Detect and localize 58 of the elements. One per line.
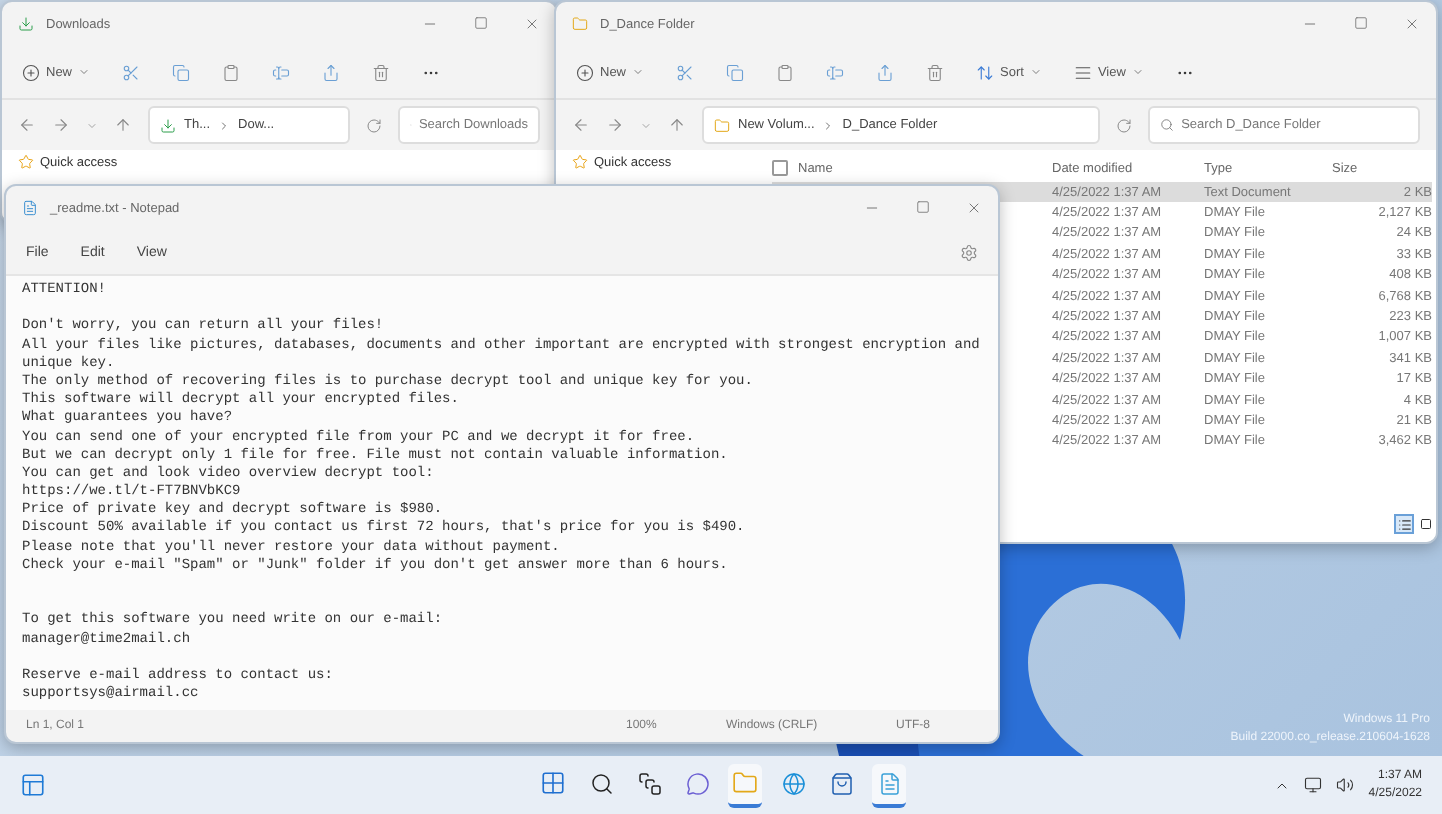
settings-icon[interactable] xyxy=(960,243,978,261)
download-icon xyxy=(160,117,176,133)
star-icon xyxy=(18,154,34,170)
chevron-right-icon xyxy=(822,119,835,131)
folder-icon xyxy=(732,770,758,796)
folder-icon xyxy=(572,16,588,32)
refresh-icon[interactable] xyxy=(1115,117,1132,133)
refresh-icon[interactable] xyxy=(365,117,382,133)
caret-icon xyxy=(632,66,645,78)
download-icon xyxy=(18,16,34,32)
copy-icon[interactable] xyxy=(726,63,745,81)
notepad-icon xyxy=(877,771,901,795)
star-icon xyxy=(572,154,588,170)
notepad-icon xyxy=(22,200,38,216)
close-icon[interactable] xyxy=(524,16,540,32)
close-icon[interactable] xyxy=(966,200,982,216)
cut-icon[interactable] xyxy=(676,63,695,81)
stacked-squares-icon xyxy=(637,771,661,795)
up-icon[interactable] xyxy=(668,116,686,134)
caret-icon xyxy=(78,66,91,78)
chevron-right-icon xyxy=(218,119,231,131)
rename-icon[interactable] xyxy=(826,63,845,81)
chat-icon xyxy=(685,771,709,795)
volume-icon[interactable] xyxy=(1336,776,1355,794)
delete-icon[interactable] xyxy=(926,63,945,81)
cut-icon[interactable] xyxy=(122,63,141,81)
maximize-icon[interactable] xyxy=(916,200,930,214)
lines-icon xyxy=(1073,63,1092,81)
maximize-icon[interactable] xyxy=(474,16,488,30)
bag-icon xyxy=(829,771,853,795)
tiles-view-button[interactable] xyxy=(1416,514,1436,534)
forward-icon[interactable] xyxy=(606,116,624,134)
share-icon[interactable] xyxy=(876,63,895,81)
details-view-button[interactable] xyxy=(1394,514,1414,534)
forward-icon[interactable] xyxy=(52,116,70,134)
sort-icon xyxy=(976,63,995,81)
globe-icon xyxy=(781,771,805,795)
back-icon[interactable] xyxy=(572,116,590,134)
back-icon[interactable] xyxy=(18,116,36,134)
caret-icon xyxy=(1131,66,1144,78)
network-icon[interactable] xyxy=(1304,776,1323,794)
caret-icon xyxy=(1029,66,1042,78)
text-editor[interactable] xyxy=(6,274,998,710)
checkbox-icon[interactable] xyxy=(772,160,788,176)
start-icon xyxy=(540,770,566,796)
folder-icon xyxy=(714,117,730,133)
widgets-icon[interactable] xyxy=(20,772,46,798)
plus-icon xyxy=(576,63,594,81)
up-icon[interactable] xyxy=(114,116,132,134)
close-icon[interactable] xyxy=(1404,16,1420,32)
plus-icon xyxy=(22,63,40,81)
copy-icon[interactable] xyxy=(172,63,191,81)
share-icon[interactable] xyxy=(322,63,341,81)
rename-icon[interactable] xyxy=(272,63,291,81)
delete-icon[interactable] xyxy=(372,63,391,81)
maximize-icon[interactable] xyxy=(1354,16,1368,30)
paste-icon[interactable] xyxy=(222,63,241,81)
paste-icon[interactable] xyxy=(776,63,795,81)
